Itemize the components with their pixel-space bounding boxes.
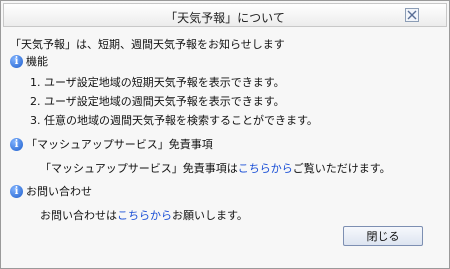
contact-link[interactable]: こちらから xyxy=(117,209,172,222)
intro-text: 「天気予報」は、短期、週間天気予報をお知らせします xyxy=(10,38,285,51)
contact-heading: i お問い合わせ xyxy=(10,183,92,199)
disclaimer-text: 「マッシュアップサービス」免責事項はこちらからご覧いただけます。 xyxy=(40,162,391,175)
info-icon: i xyxy=(10,54,23,68)
contact-title: お問い合わせ xyxy=(26,185,92,198)
contact-text: お問い合わせはこちらからお願いします。 xyxy=(40,209,248,222)
features-heading: i 機能 xyxy=(10,53,48,69)
disclaimer-heading: i 「マッシュアップサービス」免責事項 xyxy=(10,136,213,152)
close-button[interactable]: 閉じる xyxy=(343,226,423,246)
dialog-title: 「天気予報」について xyxy=(165,11,285,25)
list-item: 3. 任意の地域の週間天気予報を検索することができます。 xyxy=(30,114,318,127)
disclaimer-title: 「マッシュアップサービス」免責事項 xyxy=(26,138,213,151)
close-icon[interactable] xyxy=(405,8,419,22)
list-item: 1. ユーザ設定地域の短期天気予報を表示できます。 xyxy=(30,76,285,89)
list-item: 2. ユーザ設定地域の週間天気予報を表示できます。 xyxy=(30,95,285,108)
about-dialog: 「天気予報」について 「天気予報」は、短期、週間天気予報をお知らせします i 機… xyxy=(0,0,450,269)
info-icon: i xyxy=(10,137,23,151)
title-bar: 「天気予報」について xyxy=(3,3,447,27)
features-list: 1. ユーザ設定地域の短期天気予報を表示できます。 2. ユーザ設定地域の週間天気予… xyxy=(30,73,318,130)
info-icon: i xyxy=(10,184,23,198)
features-title: 機能 xyxy=(26,55,48,68)
disclaimer-link[interactable]: こちらから xyxy=(238,162,293,175)
